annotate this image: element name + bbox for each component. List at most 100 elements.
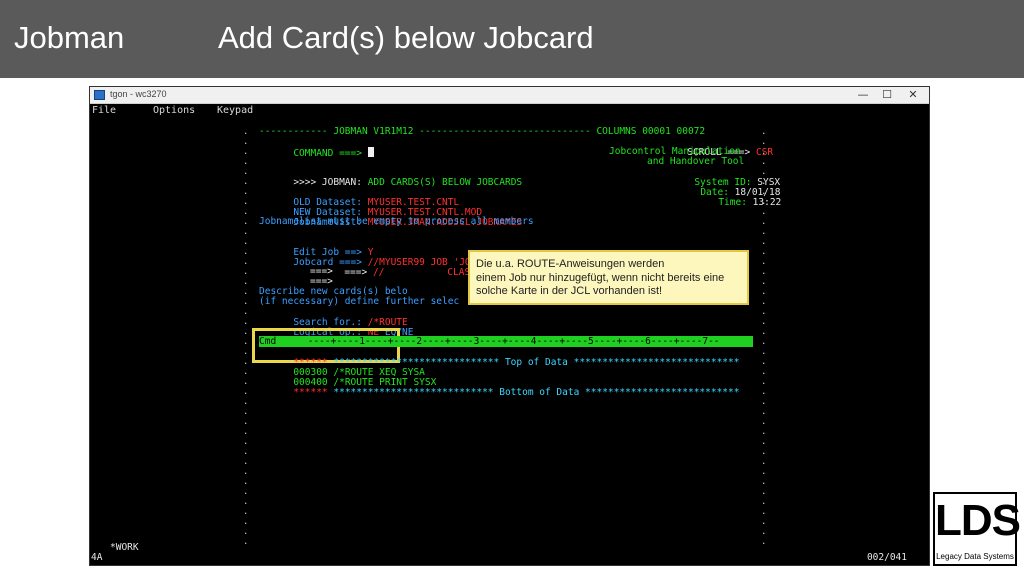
command-label: COMMAND ===> [293,148,362,159]
callout-line-2: einem Job nur hinzugefügt, wenn nicht be… [476,271,725,284]
margin-dot: . [761,267,767,277]
margin-dot: . [761,417,767,427]
window-titlebar[interactable]: tgon - wc3270 — ☐ ✕ [90,87,929,104]
menu-keypad[interactable]: Keypad [217,105,253,117]
margin-dot: . [243,257,249,267]
time-line: Time: 13:22 [684,186,781,208]
margin-dot: . [243,237,249,247]
jobcard-arrow-2: ===> [344,267,368,278]
margin-dot: . [243,327,249,337]
margin-dot: . [243,287,249,297]
margin-dot: . [243,517,249,527]
close-button[interactable]: ✕ [903,88,923,102]
time-value: 13:22 [752,197,782,208]
margin-dot: . [243,467,249,477]
menu-bar: File Options Keypad [90,105,929,117]
margin-dot: . [761,347,767,357]
margin-dot: . [761,437,767,447]
margin-dot: . [243,357,249,367]
logo-subtitle: Legacy Data Systems [936,552,1014,561]
margin-dot: . [243,427,249,437]
margin-dot: . [243,407,249,417]
margin-dot: . [243,317,249,327]
margin-dot: . [243,217,249,227]
margin-dot: . [761,517,767,527]
margin-dot: . [243,337,249,347]
margin-dot: . [243,157,249,167]
app-name: Jobman [14,20,125,55]
margin-dot: . [243,307,249,317]
maximize-button[interactable]: ☐ [877,88,897,102]
bottom-stars: ****** [293,387,328,398]
margin-dot: . [243,297,249,307]
cursor-position: 002/041 [866,552,907,563]
menu-file[interactable]: File [92,105,116,117]
margin-dot: . [243,437,249,447]
margin-dot: . [761,217,767,227]
slide-title: Add Card(s) below Jobcard [218,20,594,55]
margin-dot: . [761,387,767,397]
margin-dot: . [761,297,767,307]
margin-dot: . [761,237,767,247]
margin-dot: . [243,277,249,287]
margin-dot: . [761,307,767,317]
margin-dot: . [761,207,767,217]
window-title: tgon - wc3270 [110,89,167,99]
margin-dot: . [761,257,767,267]
margin-dot: . [243,397,249,407]
margin-dot: . [243,387,249,397]
margin-dot: . [243,177,249,187]
margin-dot: . [243,497,249,507]
command-line: COMMAND ===> [259,136,374,159]
margin-dot: . [761,367,767,377]
bottom-of-data: **************************** Bottom of D… [327,387,740,398]
callout-line-3: solche Karte in der JCL vorhanden ist! [476,285,663,297]
margin-dot: . [243,127,249,137]
lds-logo: LDS Legacy Data Systems [933,492,1021,566]
time-label: Time: [718,197,747,208]
jobnamelist-note: Jobnamelist must be empty to process all… [259,216,534,227]
callout-line-1: Die u.a. ROUTE-Anweisungen werden [476,258,665,270]
margin-dot: . [243,347,249,357]
margin-dot: . [761,357,767,367]
minimize-button[interactable]: — [853,88,873,102]
margin-dot: . [243,247,249,257]
terminal-window: tgon - wc3270 — ☐ ✕ File Options Keypad … [89,86,930,566]
logo-mark: LDS [935,496,1021,545]
margin-dot: . [761,477,767,487]
margin-dot: . [243,527,249,537]
margin-dot: . [243,487,249,497]
command-input[interactable] [367,147,374,157]
margin-dot: . [243,267,249,277]
margin-dot: . [761,287,767,297]
margin-dot: . [761,317,767,327]
margin-dot: . [243,537,249,547]
status-work: *WORK [110,542,139,553]
margin-dot: . [761,227,767,237]
margin-dot: . [243,147,249,157]
margin-dot: . [761,397,767,407]
margin-dot: . [761,487,767,497]
margin-dot: . [761,467,767,477]
margin-dot: . [243,167,249,177]
logical-op-line: Logical Op.: NE EQ/NE [259,316,413,338]
margin-dot: . [243,447,249,457]
margin-dot: . [761,327,767,337]
margin-dot: . [761,447,767,457]
menu-options[interactable]: Options [153,105,195,117]
margin-dot: . [761,527,767,537]
annotation-callout: Die u.a. ROUTE-Anweisungen werden einem … [468,250,749,305]
margin-dot: . [243,417,249,427]
jobman-function-line: >>>> JOBMAN: ADD CARDS(S) BELOW JOBCARDS [259,166,522,188]
margin-dot: . [243,227,249,237]
margin-dot: . [761,427,767,437]
margin-dot: . [243,457,249,467]
scroll-value[interactable]: CSR [756,147,773,158]
margin-dot: . [761,507,767,517]
terminal-app-icon [94,90,105,100]
margin-dot: . [761,457,767,467]
margin-dot: . [761,277,767,287]
margin-dot: . [761,497,767,507]
margin-dot: . [761,407,767,417]
terminal-screen[interactable]: ........................................… [90,117,929,567]
